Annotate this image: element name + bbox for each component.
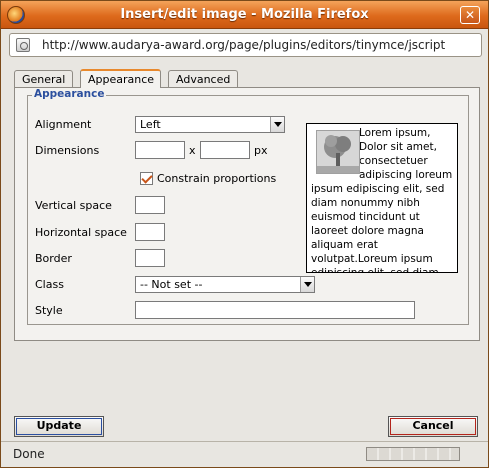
style-label: Style bbox=[35, 304, 63, 317]
horizontal-space-input[interactable] bbox=[135, 223, 165, 241]
tab-panel: Appearance Alignment Left Dimensions x p… bbox=[14, 87, 480, 341]
width-input[interactable] bbox=[135, 141, 185, 159]
vertical-space-input[interactable] bbox=[135, 196, 165, 214]
vertical-space-label: Vertical space bbox=[35, 199, 112, 212]
update-button[interactable]: Update bbox=[14, 416, 104, 437]
title-bar[interactable]: Insert/edit image - Mozilla Firefox ✕ bbox=[1, 1, 488, 29]
appearance-fieldset: Appearance Alignment Left Dimensions x p… bbox=[27, 88, 469, 325]
alignment-select[interactable]: Left bbox=[135, 116, 285, 133]
site-identity-icon[interactable] bbox=[16, 38, 30, 52]
close-window-button[interactable]: ✕ bbox=[460, 6, 480, 24]
tab-general[interactable]: General bbox=[14, 70, 73, 88]
constrain-proportions-label[interactable]: Constrain proportions bbox=[157, 172, 276, 185]
cancel-button[interactable]: Cancel bbox=[388, 416, 478, 437]
tree-icon bbox=[317, 131, 359, 173]
status-text: Done bbox=[13, 447, 45, 461]
url-bar[interactable]: http://www.audarya-award.org/page/plugin… bbox=[9, 33, 482, 57]
class-select-value: -- Not set -- bbox=[140, 278, 203, 291]
class-label: Class bbox=[35, 278, 64, 291]
alignment-label: Alignment bbox=[35, 118, 92, 131]
tab-advanced[interactable]: Advanced bbox=[168, 70, 238, 88]
dimensions-separator: x bbox=[189, 144, 196, 157]
border-input[interactable] bbox=[135, 249, 165, 267]
border-label: Border bbox=[35, 252, 72, 265]
height-input[interactable] bbox=[200, 141, 250, 159]
progress-meter bbox=[366, 447, 460, 461]
image-preview: Lorem ipsum, Dolor sit amet, consectetue… bbox=[306, 123, 458, 273]
status-bar: Done bbox=[1, 441, 488, 467]
class-select[interactable]: -- Not set -- bbox=[135, 276, 315, 293]
firefox-popup-window: Insert/edit image - Mozilla Firefox ✕ ht… bbox=[0, 0, 489, 468]
tab-appearance[interactable]: Appearance bbox=[80, 69, 161, 88]
appearance-legend: Appearance bbox=[32, 88, 107, 100]
style-input[interactable] bbox=[135, 301, 415, 319]
horizontal-space-label: Horizontal space bbox=[35, 226, 127, 239]
constrain-proportions-checkbox[interactable] bbox=[140, 172, 153, 185]
alignment-select-value: Left bbox=[140, 118, 161, 131]
sample-image bbox=[316, 130, 360, 174]
dimensions-unit: px bbox=[254, 144, 268, 157]
url-text[interactable]: http://www.audarya-award.org/page/plugin… bbox=[42, 38, 480, 52]
chevron-down-icon[interactable] bbox=[300, 277, 314, 292]
window-title: Insert/edit image - Mozilla Firefox bbox=[120, 7, 369, 22]
dimensions-label: Dimensions bbox=[35, 144, 100, 157]
chevron-down-icon[interactable] bbox=[270, 117, 284, 132]
